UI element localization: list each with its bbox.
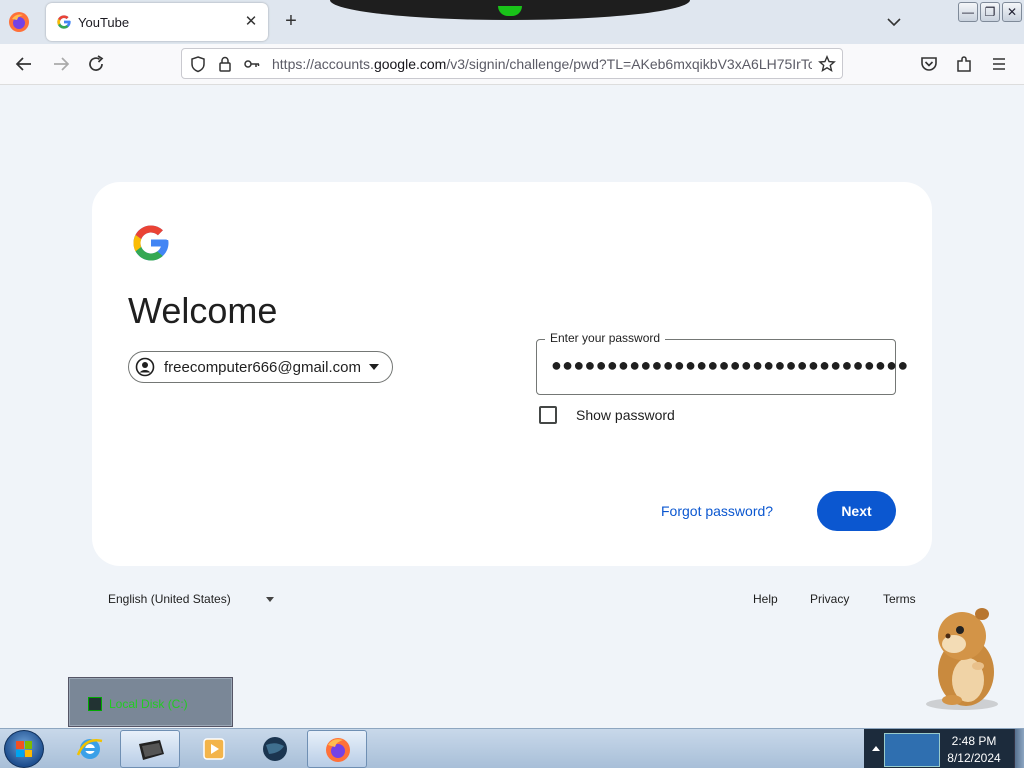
local-disk-label: Local Disk (C:) [109,697,188,711]
chevron-down-icon [369,364,379,370]
pocket-icon[interactable] [918,53,940,75]
tab-title: YouTube [78,15,130,30]
key-icon[interactable] [243,55,261,73]
google-favicon-icon [57,15,71,29]
password-masked-value: ●●●●●●●●●●●●●●●●●●●●●●●●●●●●●●●● [551,355,909,375]
start-button[interactable] [4,730,44,768]
account-circle-icon [135,357,155,377]
tab-youtube[interactable]: YouTube ✕ [46,3,268,41]
signin-card: Welcome freecomputer666@gmail.com Enter … [92,182,932,566]
show-password-checkbox[interactable] [539,406,557,424]
show-hidden-icons-icon[interactable] [872,746,880,751]
url-text: https://accounts.google.com/v3/signin/ch… [272,56,812,72]
language-selector[interactable]: English (United States) [108,592,231,606]
clock-date[interactable]: 8/12/2024 [946,751,1002,765]
internet-explorer-icon [76,739,103,759]
show-desktop-button[interactable] [1014,729,1024,768]
password-field-label: Enter your password [545,331,666,345]
language-dropdown-icon[interactable] [266,597,274,602]
show-password-label[interactable]: Show password [576,407,675,423]
window-controls: — ❐ ✕ [958,2,1022,22]
restore-button[interactable]: ❐ [980,2,1000,22]
help-link[interactable]: Help [753,592,778,606]
taskbar-item-firefox[interactable] [307,730,367,768]
overlay-green-indicator [498,6,522,16]
browser-toolbar: https://accounts.google.com/v3/signin/ch… [0,44,1024,85]
hamburger-menu-icon[interactable] [988,53,1010,75]
local-disk-drag-ghost: Local Disk (C:) [68,677,233,727]
system-tray: 2:48 PM 8/12/2024 [864,729,1024,768]
forward-arrow-icon[interactable] [50,53,72,75]
drive-icon [88,697,102,711]
desktop-overlay-shape [330,0,690,20]
terms-link[interactable]: Terms [883,592,916,606]
back-arrow-icon[interactable] [13,53,35,75]
privacy-link[interactable]: Privacy [810,592,849,606]
account-email: freecomputer666@gmail.com [164,359,361,376]
taskbar-item-media-player[interactable] [184,730,244,768]
firefox-taskbar-icon [326,738,350,762]
taskbar: 2:48 PM 8/12/2024 [0,728,1024,768]
minimize-button[interactable]: — [958,2,978,22]
new-tab-button[interactable]: + [280,10,302,32]
windows-logo-icon [16,741,32,757]
password-field[interactable]: Enter your password ●●●●●●●●●●●●●●●●●●●●… [536,331,908,395]
page-footer: English (United States) Help Privacy Ter… [108,591,924,611]
extensions-icon[interactable] [953,53,975,75]
hamster-mascot-image [926,608,998,710]
bookmark-star-icon[interactable] [818,55,836,73]
clock-time[interactable]: 2:48 PM [950,734,998,748]
firefox-icon[interactable] [8,11,30,33]
taskbar-item-internet-explorer[interactable] [60,730,120,768]
address-bar[interactable]: https://accounts.google.com/v3/signin/ch… [181,48,843,79]
browser-tab-strip: YouTube ✕ + — ❐ ✕ [0,0,1024,44]
reload-icon[interactable] [85,53,107,75]
tracking-shield-icon[interactable] [189,55,207,73]
file-manager-icon [139,740,164,760]
media-player-icon [203,738,225,760]
google-logo-icon [133,225,169,261]
taskbar-item-file-manager[interactable] [120,730,180,768]
tray-app-icon[interactable] [884,733,940,767]
next-button[interactable]: Next [817,491,896,531]
lock-icon[interactable] [216,55,234,73]
globe-icon [263,737,287,761]
page-title: Welcome [128,290,278,331]
close-window-button[interactable]: ✕ [1002,2,1022,22]
account-chooser-chip[interactable]: freecomputer666@gmail.com [128,351,393,383]
taskbar-item-globe[interactable] [245,730,305,768]
list-all-tabs-icon[interactable] [884,12,904,32]
close-tab-icon[interactable]: ✕ [242,13,260,31]
forgot-password-link[interactable]: Forgot password? [661,503,773,519]
